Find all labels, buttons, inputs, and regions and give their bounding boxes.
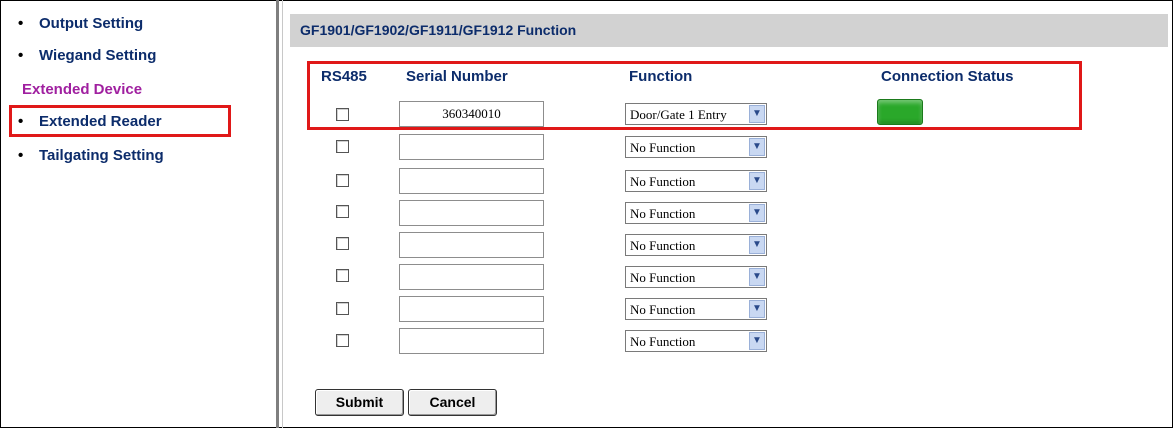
sidebar-heading-extended-device: Extended Device bbox=[22, 81, 143, 98]
chevron-down-icon[interactable]: ▼ bbox=[749, 172, 765, 190]
chevron-down-icon[interactable]: ▼ bbox=[749, 268, 765, 286]
function-select-value: No Function bbox=[630, 302, 696, 317]
function-select-value: No Function bbox=[630, 206, 696, 221]
chevron-down-icon[interactable]: ▼ bbox=[749, 300, 765, 318]
function-select[interactable]: No Function ▼ bbox=[625, 330, 767, 352]
cancel-button[interactable]: Cancel bbox=[408, 389, 497, 416]
chevron-down-icon[interactable]: ▼ bbox=[749, 138, 765, 156]
chevron-down-icon[interactable]: ▼ bbox=[749, 204, 765, 222]
bullet-icon: • bbox=[18, 47, 24, 64]
submit-button[interactable]: Submit bbox=[315, 389, 404, 416]
sidebar: • Output Setting • Wiegand Setting Exten… bbox=[1, 1, 273, 427]
sidebar-item-label: Output Setting bbox=[39, 15, 144, 32]
highlight-box-first-row bbox=[307, 61, 1082, 130]
chevron-down-icon[interactable]: ▼ bbox=[749, 332, 765, 350]
function-select[interactable]: No Function ▼ bbox=[625, 202, 767, 224]
serial-number-input[interactable] bbox=[399, 296, 544, 322]
function-select-value: No Function bbox=[630, 270, 696, 285]
highlight-box-sidebar bbox=[9, 105, 231, 137]
rs485-checkbox[interactable] bbox=[336, 237, 349, 250]
serial-number-input[interactable] bbox=[399, 134, 544, 160]
rs485-checkbox[interactable] bbox=[336, 302, 349, 315]
bullet-icon: • bbox=[18, 15, 24, 32]
function-select-value: No Function bbox=[630, 238, 696, 253]
serial-number-input[interactable] bbox=[399, 232, 544, 258]
panel-divider-line bbox=[282, 0, 283, 428]
bullet-icon: • bbox=[18, 147, 24, 164]
function-select[interactable]: No Function ▼ bbox=[625, 234, 767, 256]
rs485-checkbox[interactable] bbox=[336, 334, 349, 347]
rs485-checkbox[interactable] bbox=[336, 205, 349, 218]
function-select[interactable]: No Function ▼ bbox=[625, 266, 767, 288]
rs485-checkbox[interactable] bbox=[336, 174, 349, 187]
sidebar-item-label: Wiegand Setting bbox=[39, 47, 157, 64]
rs485-checkbox[interactable] bbox=[336, 140, 349, 153]
serial-number-input[interactable] bbox=[399, 168, 544, 194]
function-select[interactable]: No Function ▼ bbox=[625, 298, 767, 320]
page-title: GF1901/GF1902/GF1911/GF1912 Function bbox=[290, 14, 1168, 47]
rs485-checkbox[interactable] bbox=[336, 269, 349, 282]
serial-number-input[interactable] bbox=[399, 200, 544, 226]
function-select[interactable]: No Function ▼ bbox=[625, 170, 767, 192]
serial-number-input[interactable] bbox=[399, 328, 544, 354]
panel-divider bbox=[276, 0, 279, 428]
chevron-down-icon[interactable]: ▼ bbox=[749, 236, 765, 254]
serial-number-input[interactable] bbox=[399, 264, 544, 290]
function-select-value: No Function bbox=[630, 334, 696, 349]
sidebar-item-label: Tailgating Setting bbox=[39, 147, 164, 164]
function-select-value: No Function bbox=[630, 140, 696, 155]
function-select-value: No Function bbox=[630, 174, 696, 189]
function-select[interactable]: No Function ▼ bbox=[625, 136, 767, 158]
